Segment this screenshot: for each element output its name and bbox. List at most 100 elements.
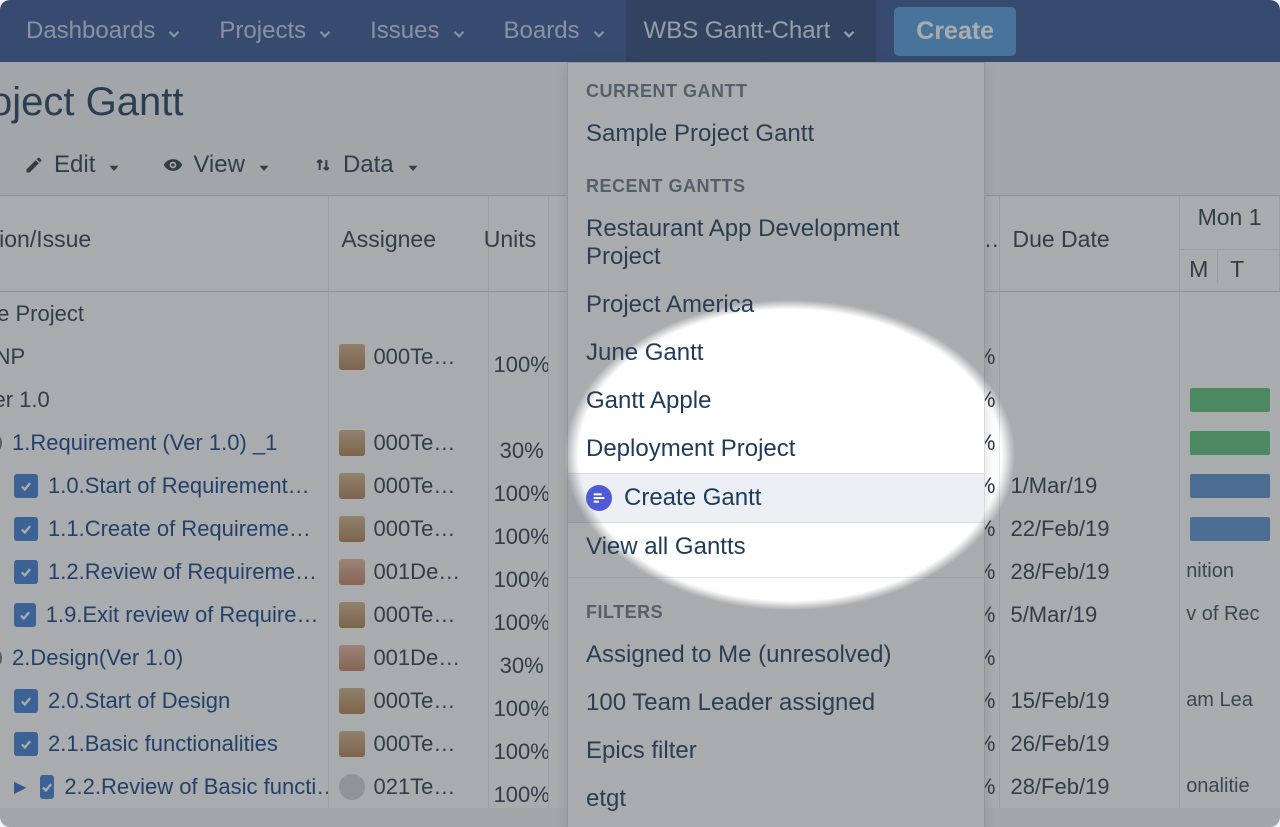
nav-dashboards[interactable]: Dashboards: [8, 0, 201, 62]
dropdown-recent-item[interactable]: Gantt Apple: [568, 377, 984, 425]
dropdown-filter-item[interactable]: Filter PA and SP: [568, 823, 984, 827]
cell-gantt[interactable]: [1180, 292, 1280, 335]
toolbar-data[interactable]: Data: [313, 151, 422, 179]
cell-due-date[interactable]: 26/Feb/19: [1000, 722, 1180, 765]
gantt-bar[interactable]: [1190, 388, 1270, 412]
cell-due-date[interactable]: 1/Mar/19: [1000, 464, 1180, 507]
dropdown-view-all-gantts[interactable]: View all Gantts: [568, 523, 984, 571]
cell-issue[interactable]: 1.2.Review of Requireme…: [0, 550, 329, 593]
row-issue-label[interactable]: 2.2.Review of Basic functi…: [64, 774, 329, 800]
cell-assignee[interactable]: 000Te…: [329, 464, 489, 507]
toolbar-edit[interactable]: Edit: [24, 151, 123, 179]
row-issue-label[interactable]: 2.Design(Ver 1.0): [12, 645, 183, 671]
cell-due-date[interactable]: 28/Feb/19: [1000, 550, 1180, 593]
cell-units[interactable]: 100%: [489, 507, 549, 550]
cell-issue[interactable]: 2.1.Basic functionalities: [0, 722, 329, 765]
cell-assignee[interactable]: 021Te…: [329, 765, 489, 808]
cell-assignee[interactable]: [329, 378, 489, 421]
toolbar-view[interactable]: View: [163, 151, 273, 179]
cell-due-date[interactable]: 5/Mar/19: [1000, 593, 1180, 636]
cell-units[interactable]: 100%: [489, 722, 549, 765]
col-header-assignee[interactable]: Assignee: [329, 196, 489, 291]
row-issue-label[interactable]: 1.1.Create of Requireme…: [48, 516, 311, 542]
gantt-bar[interactable]: [1190, 474, 1270, 498]
cell-issue[interactable]: ▶ 2.2.Review of Basic functi…: [0, 765, 329, 808]
cell-gantt[interactable]: [1180, 421, 1280, 464]
cell-due-date[interactable]: [1000, 636, 1180, 679]
cell-due-date[interactable]: [1000, 378, 1180, 421]
cell-gantt[interactable]: [1180, 335, 1280, 378]
dropdown-filter-item[interactable]: etgt: [568, 775, 984, 823]
cell-issue[interactable]: Ver 1.0: [0, 378, 329, 421]
expand-caret-icon[interactable]: ▶: [14, 777, 26, 797]
dropdown-recent-item[interactable]: Project America: [568, 281, 984, 329]
dropdown-create-gantt[interactable]: Create Gantt: [568, 473, 984, 523]
nav-wbs-gantt[interactable]: WBS Gantt-Chart: [626, 0, 877, 62]
cell-assignee[interactable]: 000Te…: [329, 679, 489, 722]
col-header-units[interactable]: Units: [489, 196, 549, 291]
cell-due-date[interactable]: [1000, 335, 1180, 378]
cell-gantt[interactable]: [1180, 507, 1280, 550]
cell-issue[interactable]: 1.9.Exit review of Require…: [0, 593, 329, 636]
dropdown-filter-item[interactable]: Epics filter: [568, 727, 984, 775]
cell-assignee[interactable]: 000Te…: [329, 722, 489, 765]
cell-gantt[interactable]: [1180, 378, 1280, 421]
dropdown-recent-item[interactable]: Restaurant App Development Project: [568, 205, 984, 281]
cell-due-date[interactable]: [1000, 421, 1180, 464]
dropdown-recent-item[interactable]: Deployment Project: [568, 425, 984, 473]
cell-issue[interactable]: 2.Design(Ver 1.0): [0, 636, 329, 679]
dropdown-filter-item[interactable]: 100 Team Leader assigned: [568, 679, 984, 727]
nav-issues[interactable]: Issues: [352, 0, 485, 62]
cell-units[interactable]: 100%: [489, 464, 549, 507]
dropdown-filter-item[interactable]: Assigned to Me (unresolved): [568, 631, 984, 679]
dropdown-recent-item[interactable]: June Gantt: [568, 329, 984, 377]
cell-issue[interactable]: 2.0.Start of Design: [0, 679, 329, 722]
cell-units[interactable]: [489, 292, 549, 335]
cell-gantt[interactable]: [1180, 722, 1280, 765]
cell-gantt[interactable]: [1180, 636, 1280, 679]
cell-gantt[interactable]: v of Rec: [1180, 593, 1280, 636]
cell-assignee[interactable]: 000Te…: [329, 507, 489, 550]
row-issue-label[interactable]: 1.Requirement (Ver 1.0) _1: [12, 430, 277, 456]
cell-gantt[interactable]: am Lea: [1180, 679, 1280, 722]
dropdown-current-gantt[interactable]: Sample Project Gantt: [568, 110, 984, 158]
cell-assignee[interactable]: 000Te…: [329, 335, 489, 378]
nav-projects[interactable]: Projects: [201, 0, 352, 62]
row-issue-label[interactable]: 1.9.Exit review of Require…: [46, 602, 319, 628]
cell-units[interactable]: 100%: [489, 593, 549, 636]
cell-due-date[interactable]: 28/Feb/19: [1000, 765, 1180, 808]
row-issue-label[interactable]: 2.0.Start of Design: [48, 688, 230, 714]
cell-units[interactable]: 30%: [489, 636, 549, 679]
cell-units[interactable]: 30%: [489, 421, 549, 464]
gantt-bar[interactable]: [1190, 517, 1270, 541]
cell-issue[interactable]: KNP: [0, 335, 329, 378]
gantt-bar[interactable]: [1190, 431, 1270, 455]
cell-assignee[interactable]: 001De…: [329, 550, 489, 593]
row-issue-label[interactable]: 1.0.Start of Requirement…: [48, 473, 310, 499]
col-header-due[interactable]: Due Date: [1000, 196, 1180, 291]
cell-units[interactable]: [489, 378, 549, 421]
cell-units[interactable]: 100%: [489, 679, 549, 722]
row-issue-label[interactable]: 1.2.Review of Requireme…: [48, 559, 317, 585]
cell-assignee[interactable]: 000Te…: [329, 421, 489, 464]
cell-gantt[interactable]: [1180, 464, 1280, 507]
cell-due-date[interactable]: 15/Feb/19: [1000, 679, 1180, 722]
cell-assignee[interactable]: 001De…: [329, 636, 489, 679]
cell-due-date[interactable]: [1000, 292, 1180, 335]
cell-issue[interactable]: 1.1.Create of Requireme…: [0, 507, 329, 550]
cell-units[interactable]: 100%: [489, 550, 549, 593]
cell-assignee[interactable]: [329, 292, 489, 335]
cell-issue[interactable]: 1.Requirement (Ver 1.0) _1: [0, 421, 329, 464]
cell-gantt[interactable]: nition: [1180, 550, 1280, 593]
cell-gantt[interactable]: onalitie: [1180, 765, 1280, 808]
cell-issue[interactable]: ple Project: [0, 292, 329, 335]
cell-assignee[interactable]: 000Te…: [329, 593, 489, 636]
cell-issue[interactable]: 1.0.Start of Requirement…: [0, 464, 329, 507]
nav-boards[interactable]: Boards: [486, 0, 626, 62]
row-issue-label[interactable]: 2.1.Basic functionalities: [48, 731, 278, 757]
cell-units[interactable]: 100%: [489, 335, 549, 378]
cell-due-date[interactable]: 22/Feb/19: [1000, 507, 1180, 550]
cell-units[interactable]: 100%: [489, 765, 549, 808]
col-header-issue[interactable]: rsion/Issue: [0, 196, 329, 291]
create-button[interactable]: Create: [894, 7, 1016, 56]
